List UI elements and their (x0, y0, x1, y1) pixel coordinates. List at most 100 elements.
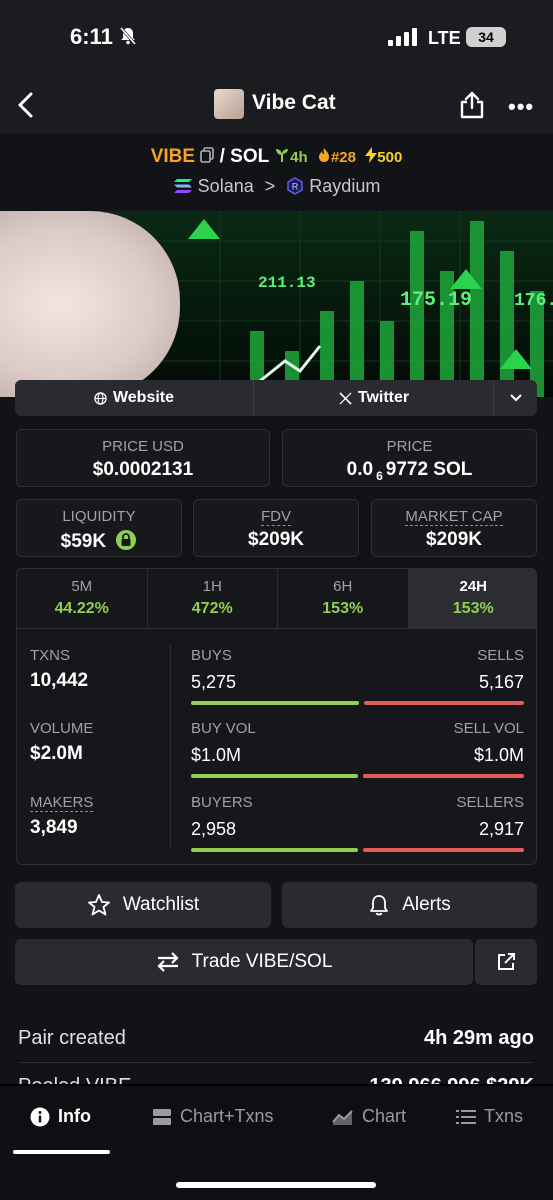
x-logo-icon (339, 391, 352, 405)
tab-24h[interactable]: 24H 153% (408, 569, 536, 628)
raydium-icon: R (287, 177, 303, 195)
bolt-icon (365, 147, 378, 163)
seedling-icon (276, 149, 289, 162)
active-tab-indicator (13, 1150, 110, 1154)
watchlist-button[interactable]: Watchlist (15, 882, 271, 928)
banner-label: 176.8 (514, 291, 553, 311)
price-native-label: PRICE (386, 438, 433, 455)
svg-text:R: R (292, 182, 299, 192)
price-native-card: PRICE 0.0 6 9772 SOL (282, 429, 537, 487)
list-icon (456, 1109, 476, 1124)
quote-symbol: SOL (230, 146, 269, 167)
signal-icon (388, 28, 417, 46)
home-indicator (176, 1182, 376, 1188)
timeframe-tabs: 5M 44.22% 1H 472% 6H 153% 24H 153% (17, 569, 536, 629)
nav-info[interactable]: Info (30, 1106, 91, 1127)
market-cap-card: MARKET CAP $209K (371, 499, 537, 557)
base-symbol: VIBE (150, 146, 196, 167)
nav-txns[interactable]: Txns (456, 1106, 523, 1127)
page-title: Vibe Cat (252, 91, 336, 114)
trading-stats-panel: 5M 44.22% 1H 472% 6H 153% 24H 153% TXNS … (16, 568, 537, 865)
pair-separator: / (219, 146, 225, 167)
row-divider (18, 1062, 534, 1063)
price-usd-card: PRICE USD $0.0002131 (16, 429, 270, 487)
status-bar: 6:11 LTE 34 (0, 0, 553, 78)
social-links-bar: Website Twitter (15, 380, 537, 416)
top-app-bar: Vibe Cat ••• (0, 78, 553, 134)
fdv-label[interactable]: FDV (261, 508, 291, 526)
watchlist-label: Watchlist (122, 894, 200, 915)
makers-stat: MAKERS 3,849 (30, 794, 94, 838)
chevron-down-icon (510, 394, 522, 402)
price-usd-label: PRICE USD (102, 438, 184, 455)
chart-icon (332, 1109, 353, 1125)
cat-photo (0, 211, 180, 397)
liquidity-card: LIQUIDITY $59K (16, 499, 182, 557)
share-icon[interactable] (459, 89, 485, 119)
flame-icon (318, 148, 329, 162)
boost-count: 500 (377, 149, 403, 166)
website-label: Website (112, 389, 175, 406)
nav-chart-txns[interactable]: Chart+Txns (152, 1106, 274, 1127)
buys-sells-ratio-bar (191, 701, 524, 705)
nav-chart[interactable]: Chart (332, 1106, 406, 1127)
banner-label: 175.19 (400, 289, 472, 312)
tab-5m[interactable]: 5M 44.22% (17, 569, 148, 628)
buyers-sellers-stat: BUYERS SELLERS 2,958 2,917 (191, 794, 524, 852)
stats-divider (170, 645, 171, 849)
price-native-value: 0.0 6 9772 SOL (346, 459, 473, 483)
solana-icon (173, 179, 192, 193)
swap-arrows-icon (157, 952, 179, 972)
copy-icon[interactable] (200, 147, 215, 163)
dex-name[interactable]: Raydium (309, 176, 380, 196)
pair-created-row: Pair created 4h 29m ago (18, 1027, 534, 1049)
external-link-icon (498, 953, 515, 970)
more-options-icon[interactable]: ••• (508, 94, 533, 119)
chevron-right-icon: > (264, 176, 276, 196)
price-usd-value: $0.0002131 (92, 459, 194, 480)
tab-1h[interactable]: 1H 472% (148, 569, 278, 628)
volume-stat: VOLUME $2.0M (30, 720, 94, 764)
volume-ratio-bar (191, 774, 524, 778)
liquidity-label: LIQUIDITY (62, 508, 136, 525)
trade-button[interactable]: Trade VIBE/SOL (15, 939, 473, 985)
txns-stat: TXNS 10,442 (30, 647, 89, 691)
globe-icon (94, 391, 107, 405)
tab-6h[interactable]: 6H 153% (278, 569, 409, 628)
trending-rank: #28 (330, 149, 356, 166)
chain-dex-line: Solana > R Raydium (0, 176, 553, 197)
buys-sells-stat: BUYS SELLS 5,275 5,167 (191, 647, 524, 705)
website-button[interactable]: Website (15, 380, 254, 416)
star-icon (87, 894, 110, 916)
bell-muted-icon (119, 27, 137, 45)
pooled-row: Pooled VIBE 139,966,996 $29K (18, 1075, 534, 1084)
network-type: LTE (428, 28, 461, 48)
liquidity-value: $59K (60, 531, 107, 552)
pair-line: VIBE / SOL 4h #28 500 (0, 146, 553, 168)
banner-label: 211.13 (258, 274, 316, 292)
pair-age: 4h (290, 149, 308, 166)
bottom-navigation: Info Chart+Txns Chart Txns (0, 1086, 553, 1200)
token-info-panel: VIBE / SOL 4h #28 500 Solana > R Raydium… (0, 134, 553, 1084)
chart-txns-icon (153, 1108, 171, 1125)
open-external-button[interactable] (475, 939, 537, 985)
alerts-label: Alerts (402, 894, 451, 915)
twitter-label: Twitter (357, 389, 410, 406)
bell-icon (370, 895, 389, 916)
more-links-dropdown[interactable] (495, 380, 537, 416)
back-arrow-icon[interactable] (14, 90, 38, 120)
twitter-button[interactable]: Twitter (255, 380, 494, 416)
fdv-value: $209K (248, 529, 304, 550)
fdv-card: FDV $209K (193, 499, 359, 557)
battery-icon: 34 (466, 27, 506, 47)
info-icon (30, 1107, 50, 1126)
token-avatar (214, 89, 244, 119)
market-cap-label[interactable]: MARKET CAP (405, 508, 503, 526)
status-time: 6:11 (70, 24, 113, 49)
lock-icon[interactable] (115, 529, 137, 551)
market-cap-value: $209K (426, 529, 482, 550)
token-banner-image: 211.13 175.19 176.8 (0, 211, 553, 397)
alerts-button[interactable]: Alerts (282, 882, 537, 928)
volume-split-stat: BUY VOL SELL VOL $1.0M $1.0M (191, 720, 524, 778)
chain-name[interactable]: Solana (198, 176, 254, 196)
